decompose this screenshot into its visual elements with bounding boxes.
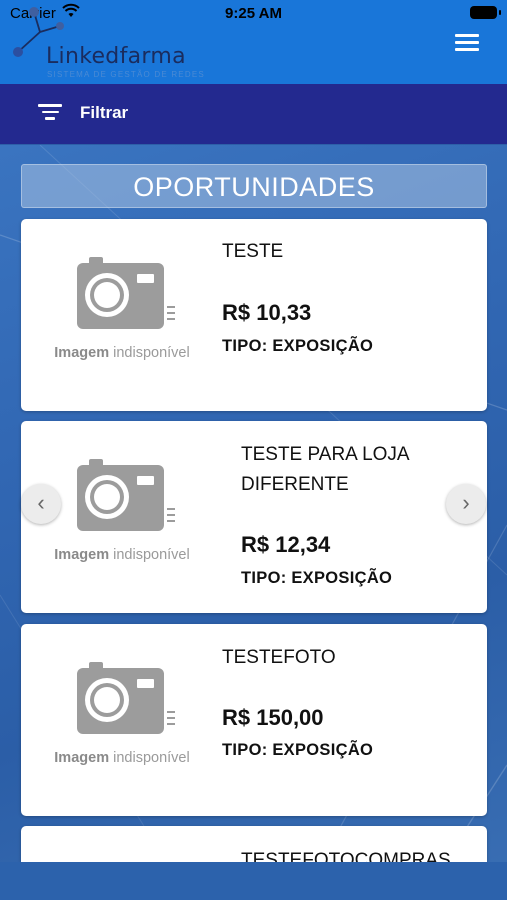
card-type: TIPO: EXPOSIÇÃO [241, 569, 393, 587]
image-unavailable-text: Imagem indisponível [54, 547, 190, 563]
carousel-next-button[interactable]: › [446, 484, 486, 524]
hamburger-menu-icon[interactable] [455, 34, 479, 52]
card-type: TIPO: EXPOSIÇÃO [222, 337, 374, 355]
logo-text: Linkedfarma [46, 44, 186, 69]
image-unavailable-text: Imagem indisponível [54, 345, 190, 361]
camera-icon [77, 662, 175, 734]
camera-icon [77, 459, 175, 531]
card-type: TIPO: EXPOSIÇÃO [222, 741, 374, 759]
logo: Linkedfarma SISTEMA DE GESTÃO DE REDES [12, 6, 212, 82]
carousel-prev-button[interactable]: ‹ [21, 484, 61, 524]
opportunity-card[interactable]: Imagem indisponível TESTEFOTO R$ 150,00 … [21, 624, 487, 816]
bottom-safe-area [0, 862, 507, 900]
card-title: TESTE [222, 241, 284, 262]
image-placeholder: Imagem indisponível [43, 253, 201, 365]
card-price: R$ 10,33 [222, 300, 312, 325]
logo-subtitle: SISTEMA DE GESTÃO DE REDES [47, 70, 205, 79]
card-title: TESTEFOTOCOMPRAS [241, 850, 451, 862]
opportunity-card[interactable]: Imagem indisponível TESTE PARA LOJA DIFE… [21, 421, 487, 613]
card-title: TESTEFOTO [222, 647, 336, 668]
battery-icon [470, 6, 501, 19]
opportunity-card[interactable]: Imagem indisponível TESTE R$ 10,33 TIPO:… [21, 219, 487, 411]
section-title: OPORTUNIDADES [21, 164, 487, 208]
card-price: R$ 12,34 [241, 532, 331, 557]
image-unavailable-text: Imagem indisponível [54, 750, 190, 766]
filter-button-label[interactable]: Filtrar [80, 103, 128, 123]
image-placeholder: Imagem indisponível [43, 658, 201, 770]
filter-icon[interactable] [38, 104, 62, 122]
opportunity-card[interactable]: TESTEFOTOCOMPRAS [21, 826, 487, 862]
card-price: R$ 150,00 [222, 705, 324, 730]
filter-bar[interactable] [0, 84, 507, 144]
camera-icon [77, 257, 175, 329]
image-placeholder: Imagem indisponível [43, 455, 201, 567]
card-title: TESTE PARA LOJA DIFERENTE [241, 444, 409, 495]
app-header: Carrier 9:25 AM Linkedfarma SISTEMA DE G… [0, 0, 507, 84]
